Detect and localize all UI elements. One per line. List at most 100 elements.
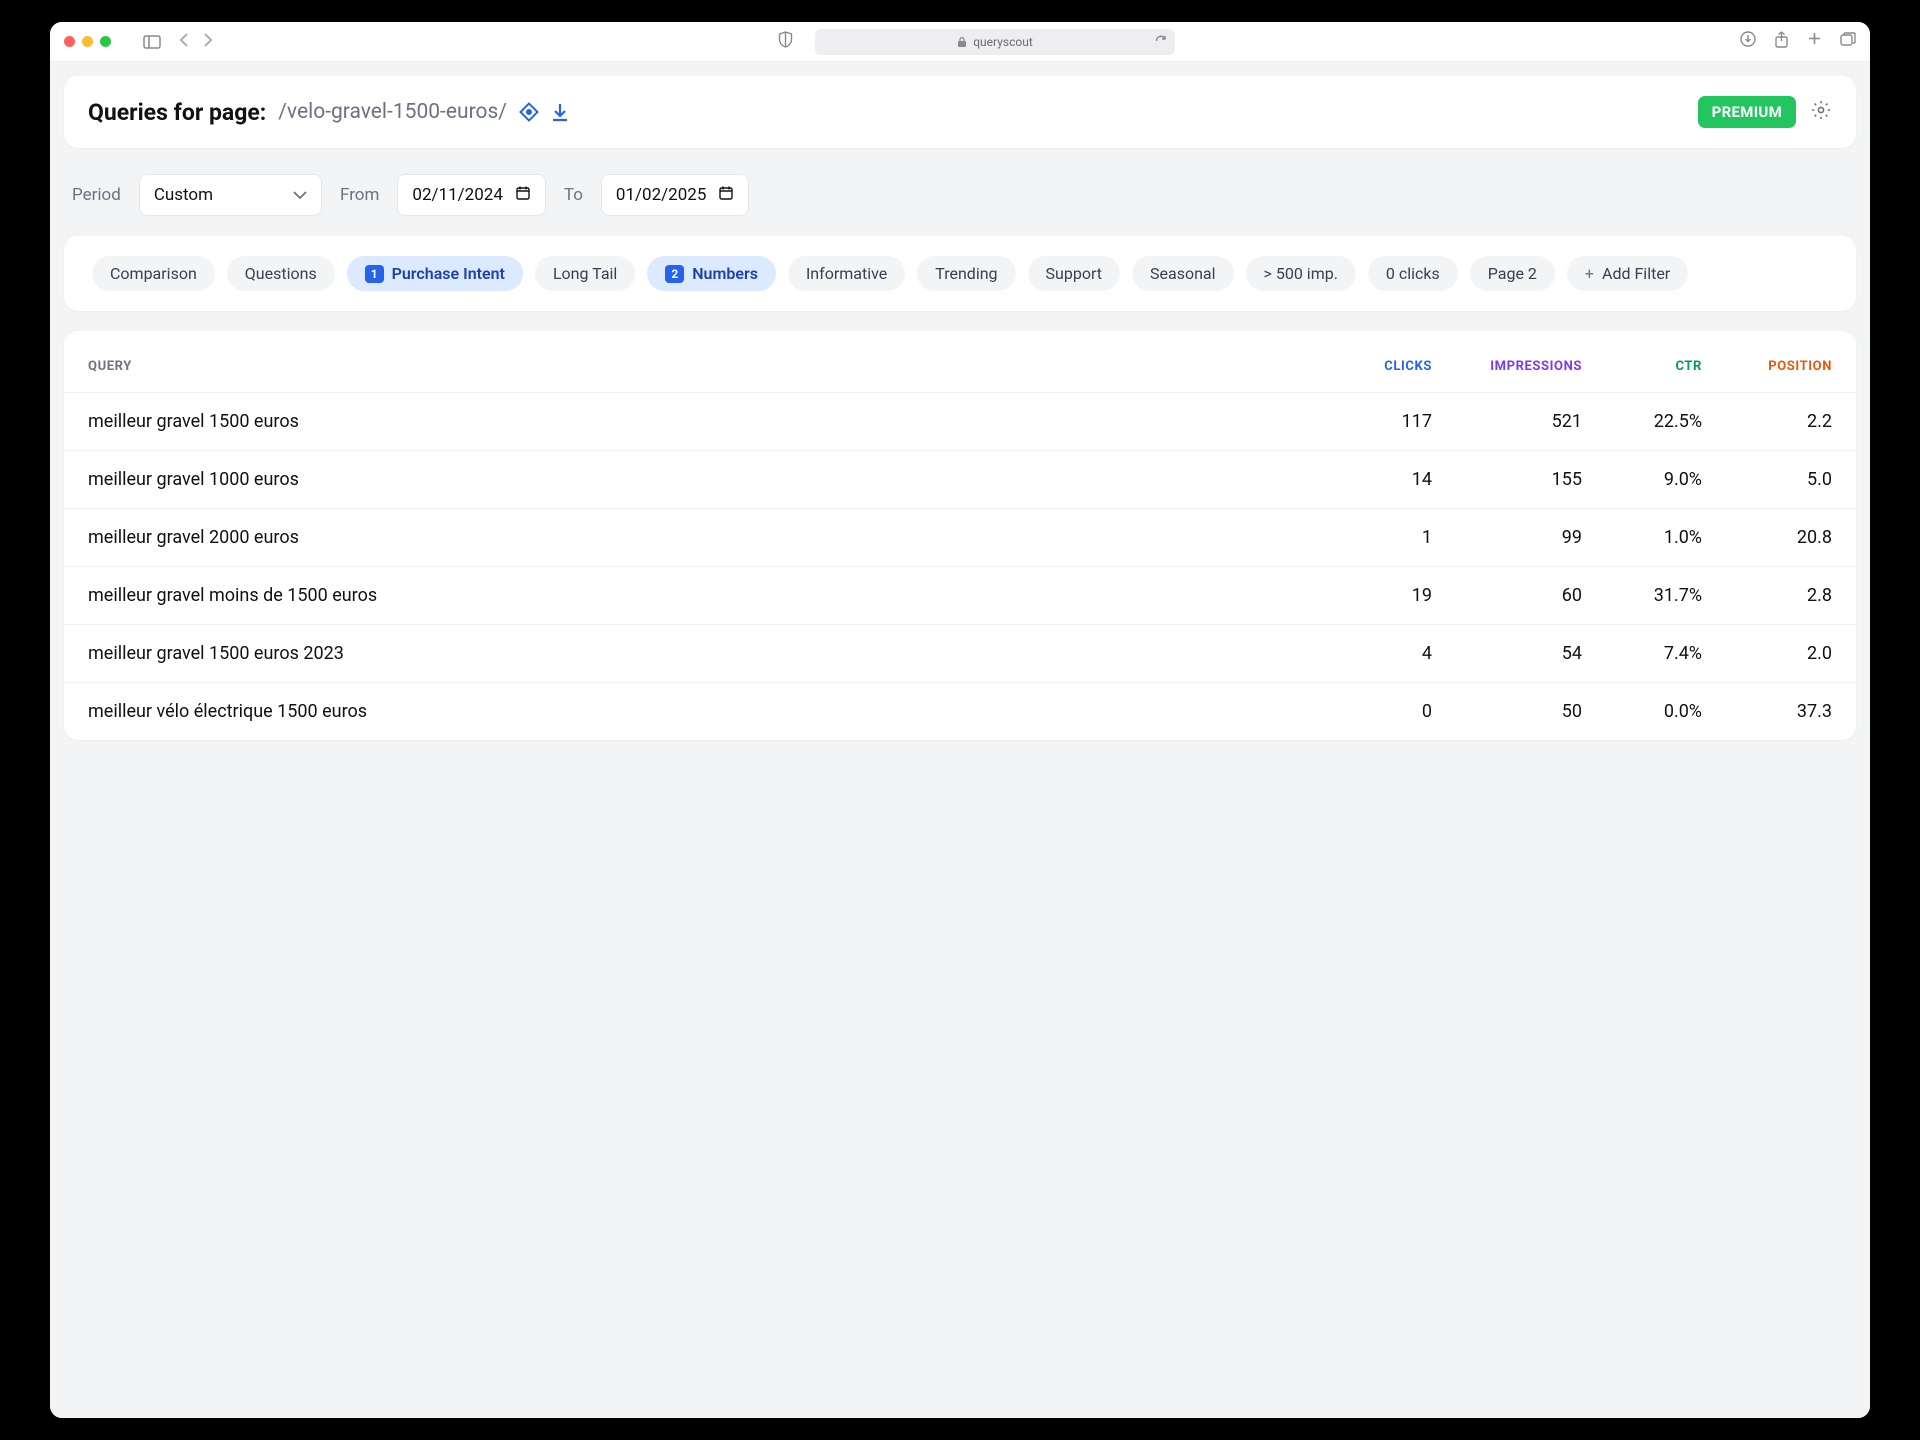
filter-chip[interactable]: > 500 imp.	[1246, 256, 1356, 291]
filter-label: Seasonal	[1150, 264, 1216, 283]
cell-query: meilleur gravel 1500 euros 2023	[88, 643, 1322, 664]
filter-label: Support	[1046, 264, 1102, 283]
chevron-down-icon	[293, 185, 307, 205]
table-row[interactable]: meilleur gravel 1500 euros 20234547.4%2.…	[64, 624, 1856, 682]
filter-chip[interactable]: Page 2	[1470, 256, 1555, 291]
add-filter-label: Add Filter	[1602, 264, 1670, 283]
browser-chrome: queryscout	[50, 22, 1870, 62]
browser-window: queryscout Queries for page: /velo-grave…	[50, 22, 1870, 1418]
premium-badge[interactable]: PREMIUM	[1698, 96, 1796, 128]
col-position[interactable]: POSITION	[1702, 359, 1832, 374]
cell-impressions: 50	[1432, 701, 1582, 722]
nav-back-icon[interactable]	[179, 32, 189, 51]
calendar-icon	[515, 185, 531, 206]
table-row[interactable]: meilleur gravel 1000 euros141559.0%5.0	[64, 450, 1856, 508]
period-preset-select[interactable]: Custom	[139, 174, 322, 216]
share-icon[interactable]	[1774, 31, 1789, 52]
tabs-overview-icon[interactable]	[1840, 31, 1856, 52]
filter-label: Comparison	[110, 264, 197, 283]
period-label: Period	[72, 185, 121, 205]
diamond-icon[interactable]	[519, 102, 539, 122]
download-icon[interactable]	[551, 102, 569, 122]
cell-clicks: 4	[1322, 643, 1432, 664]
url-bar[interactable]: queryscout	[815, 29, 1175, 55]
page-path: /velo-gravel-1500-euros/	[278, 100, 507, 124]
cell-position: 37.3	[1702, 701, 1832, 722]
close-window-icon[interactable]	[64, 36, 75, 47]
filter-chip[interactable]: Seasonal	[1132, 256, 1234, 291]
from-date-input[interactable]: 02/11/2024	[397, 174, 545, 216]
cell-position: 5.0	[1702, 469, 1832, 490]
reload-icon[interactable]	[1154, 34, 1167, 50]
from-date-value: 02/11/2024	[412, 185, 502, 205]
filter-label: Long Tail	[553, 264, 617, 283]
sidebar-toggle-icon[interactable]	[143, 35, 161, 49]
filter-chip[interactable]: 2Numbers	[647, 256, 776, 291]
cell-query: meilleur gravel 1500 euros	[88, 411, 1322, 432]
downloads-icon[interactable]	[1740, 31, 1756, 52]
filter-chip[interactable]: Comparison	[92, 256, 215, 291]
cell-impressions: 521	[1432, 411, 1582, 432]
cell-clicks: 19	[1322, 585, 1432, 606]
gear-icon[interactable]	[1810, 99, 1832, 125]
cell-ctr: 0.0%	[1582, 701, 1702, 722]
cell-ctr: 31.7%	[1582, 585, 1702, 606]
table-row[interactable]: meilleur gravel 2000 euros1991.0%20.8	[64, 508, 1856, 566]
to-label: To	[564, 185, 583, 205]
filter-chip[interactable]: Long Tail	[535, 256, 635, 291]
filter-label: Page 2	[1488, 264, 1537, 283]
filter-chip[interactable]: 0 clicks	[1368, 256, 1458, 291]
cell-ctr: 1.0%	[1582, 527, 1702, 548]
lock-icon	[957, 36, 967, 48]
table-row[interactable]: meilleur gravel moins de 1500 euros19603…	[64, 566, 1856, 624]
to-date-input[interactable]: 01/02/2025	[601, 174, 749, 216]
period-preset-value: Custom	[154, 185, 213, 205]
filter-chip[interactable]: Trending	[917, 256, 1015, 291]
cell-impressions: 60	[1432, 585, 1582, 606]
cell-impressions: 99	[1432, 527, 1582, 548]
col-query[interactable]: QUERY	[88, 359, 1322, 374]
minimize-window-icon[interactable]	[82, 36, 93, 47]
cell-clicks: 117	[1322, 411, 1432, 432]
page-title: Queries for page:	[88, 99, 266, 126]
cell-clicks: 14	[1322, 469, 1432, 490]
filter-label: Questions	[245, 264, 317, 283]
col-ctr[interactable]: CTR	[1582, 359, 1702, 374]
maximize-window-icon[interactable]	[100, 36, 111, 47]
filter-chip[interactable]: 1 Purchase Intent	[347, 256, 523, 291]
filter-badge: 1	[365, 265, 384, 283]
filter-label: Trending	[935, 264, 997, 283]
cell-ctr: 9.0%	[1582, 469, 1702, 490]
queries-table: QUERY CLICKS IMPRESSIONS CTR POSITION me…	[64, 331, 1856, 740]
filter-label: Numbers	[692, 264, 758, 283]
window-controls	[64, 36, 111, 47]
privacy-shield-icon[interactable]	[778, 31, 793, 52]
filter-label: Informative	[806, 264, 887, 283]
filter-chip[interactable]: Questions	[227, 256, 335, 291]
cell-position: 2.2	[1702, 411, 1832, 432]
cell-query: meilleur vélo électrique 1500 euros	[88, 701, 1322, 722]
cell-query: meilleur gravel moins de 1500 euros	[88, 585, 1322, 606]
filter-chip[interactable]: Support	[1028, 256, 1120, 291]
cell-position: 2.8	[1702, 585, 1832, 606]
cell-clicks: 1	[1322, 527, 1432, 548]
filter-chip[interactable]: Informative	[788, 256, 905, 291]
filter-label: Purchase Intent	[392, 264, 505, 283]
cell-clicks: 0	[1322, 701, 1432, 722]
table-row[interactable]: meilleur vélo électrique 1500 euros0500.…	[64, 682, 1856, 740]
new-tab-icon[interactable]	[1807, 31, 1822, 52]
table-row[interactable]: meilleur gravel 1500 euros11752122.5%2.2	[64, 392, 1856, 450]
cell-query: meilleur gravel 2000 euros	[88, 527, 1322, 548]
calendar-icon	[718, 185, 734, 206]
add-filter-button[interactable]: +Add Filter	[1567, 256, 1688, 291]
col-clicks[interactable]: CLICKS	[1322, 359, 1432, 374]
nav-forward-icon[interactable]	[203, 32, 213, 51]
col-impressions[interactable]: IMPRESSIONS	[1432, 359, 1582, 374]
period-controls: Period Custom From 02/11/2024 To 01/02/2…	[64, 168, 1856, 236]
filter-label: 0 clicks	[1386, 264, 1440, 283]
from-label: From	[340, 185, 379, 205]
cell-position: 2.0	[1702, 643, 1832, 664]
filter-label: > 500 imp.	[1264, 264, 1338, 283]
cell-ctr: 7.4%	[1582, 643, 1702, 664]
cell-query: meilleur gravel 1000 euros	[88, 469, 1322, 490]
